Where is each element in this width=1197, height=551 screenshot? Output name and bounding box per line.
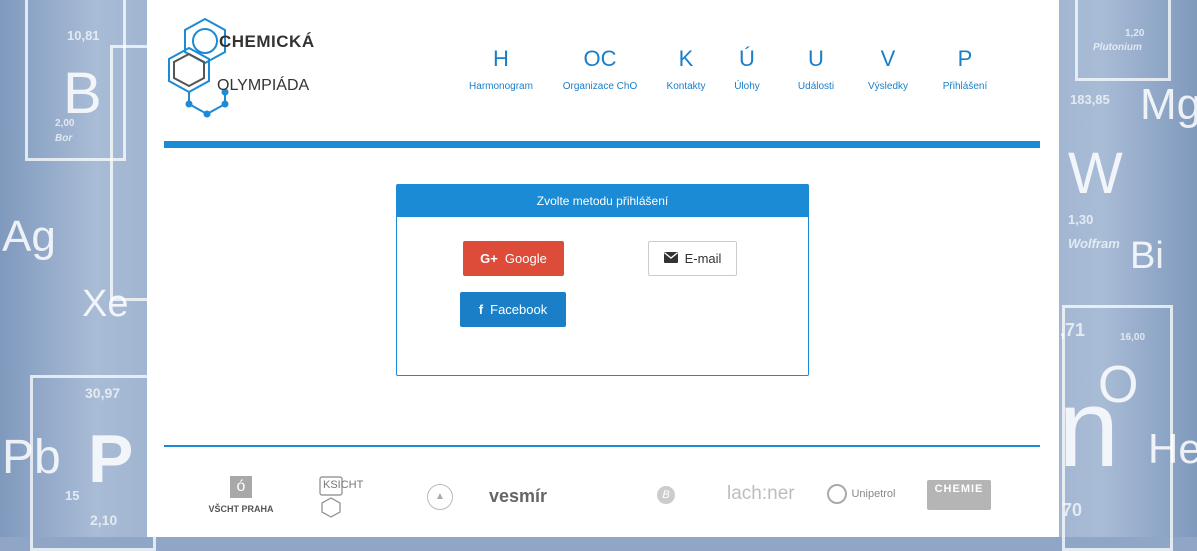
- bg-text: He: [1148, 425, 1197, 472]
- sponsor-vesmir[interactable]: vesmír: [489, 486, 547, 507]
- bg-text: 1,20: [1125, 28, 1145, 39]
- bg-text: Xe: [82, 283, 129, 325]
- sponsor-triangle[interactable]: ▲: [427, 484, 453, 510]
- email-login-label: E-mail: [684, 251, 722, 266]
- nav-letter: OC: [583, 46, 617, 71]
- sponsor-logos: ó VŠCHT PRAHA KSICHT ▲ vesmír B lach:ner…: [147, 470, 1059, 530]
- nav-letter: P: [957, 46, 973, 71]
- nav-letter: V: [880, 46, 896, 71]
- nav-label: Úlohy: [734, 81, 760, 92]
- google-plus-icon: G+: [480, 251, 498, 266]
- email-login-button[interactable]: E-mail: [648, 241, 737, 276]
- sponsor-vscht-label: VŠCHT PRAHA: [208, 504, 274, 514]
- login-panel: Zvolte metodu přihlášení G+ Google E-mai…: [396, 184, 809, 376]
- nav-item-kontakty[interactable]: K Kontakty: [656, 44, 716, 92]
- main-nav: H Harmonogram OC Organizace ChO K Kontak…: [462, 44, 996, 92]
- bg-tile: [1075, 0, 1171, 81]
- google-login-label: Google: [504, 251, 547, 266]
- vscht-logo-icon: ó: [230, 476, 252, 498]
- bg-text: W: [1068, 141, 1123, 206]
- site-logo[interactable]: CHEMICKÁ OLYMPIÁDA: [167, 14, 347, 124]
- nav-label: Události: [797, 81, 835, 92]
- nav-label: Kontakty: [666, 81, 706, 92]
- logo-text-line2: OLYMPIÁDA: [217, 77, 310, 94]
- nav-letter: Ú: [739, 46, 755, 71]
- nav-letter: K: [678, 46, 694, 71]
- bg-text: Plutonium: [1093, 42, 1142, 53]
- sponsor-ksicht[interactable]: KSICHT: [317, 476, 377, 530]
- bg-text: Mg: [1140, 80, 1197, 129]
- bg-text: Pb: [2, 431, 61, 484]
- sponsor-unipetrol-label: Unipetrol: [851, 488, 896, 500]
- sponsor-unipetrol[interactable]: Unipetrol: [827, 484, 895, 508]
- triangle-logo-icon: ▲: [427, 484, 453, 510]
- bg-text: Ag: [2, 212, 56, 261]
- login-panel-title: Zvolte metodu přihlášení: [397, 185, 808, 217]
- sponsor-vscht[interactable]: ó VŠCHT PRAHA: [201, 476, 281, 514]
- nav-label: Výsledky: [867, 81, 908, 92]
- footer-divider: [164, 445, 1040, 447]
- sponsor-chemie[interactable]: CHEMIE: [927, 480, 991, 510]
- bg-text: 15: [65, 488, 80, 503]
- nav-letter: U: [808, 46, 824, 71]
- bg-text: 16,00: [1120, 332, 1146, 343]
- bg-text: 30,97: [85, 385, 121, 401]
- unipetrol-logo-icon: [827, 484, 847, 504]
- b-logo-icon: B: [657, 486, 675, 504]
- bg-text: 70: [1062, 500, 1083, 520]
- bg-text: n: [1058, 367, 1120, 490]
- bg-text: Bor: [55, 133, 73, 144]
- sponsor-b-logo[interactable]: B: [657, 486, 675, 504]
- header-divider: [164, 141, 1040, 148]
- facebook-login-button[interactable]: f Facebook: [460, 292, 566, 327]
- page-container: CHEMICKÁ OLYMPIÁDA H Harmonogram OC Orga…: [147, 0, 1059, 537]
- bg-text: 2,10: [90, 512, 118, 528]
- nav-letter: H: [493, 46, 509, 71]
- google-login-button[interactable]: G+ Google: [463, 241, 564, 276]
- bg-text: 2,00: [55, 118, 75, 129]
- sponsor-ksicht-label: KSICHT: [323, 479, 364, 491]
- nav-item-ulohy[interactable]: Ú Úlohy: [722, 44, 772, 92]
- sponsor-chemie-label: CHEMIE: [934, 483, 984, 495]
- bg-text: 183,85: [1070, 92, 1110, 107]
- nav-item-organizace[interactable]: OC Organizace ChO: [552, 44, 648, 92]
- molecule-icon: [168, 17, 229, 118]
- bg-text: Wolfram: [1068, 236, 1120, 251]
- bg-text: 10,81: [67, 28, 100, 43]
- bg-text: Bi: [1130, 235, 1164, 277]
- nav-item-prihlaseni[interactable]: P Přihlášení: [934, 44, 996, 92]
- logo-text-line1: CHEMICKÁ: [219, 32, 315, 51]
- nav-item-udalosti[interactable]: U Události: [786, 44, 846, 92]
- facebook-login-label: Facebook: [490, 302, 548, 317]
- bg-text: 1,30: [1068, 212, 1094, 227]
- envelope-icon: [663, 251, 678, 266]
- nav-label: Organizace ChO: [562, 81, 638, 92]
- bg-text: B: [63, 61, 102, 126]
- bg-text: ,71: [1060, 320, 1086, 340]
- facebook-icon: f: [478, 302, 484, 317]
- nav-label: Harmonogram: [469, 81, 533, 92]
- nav-label: Přihlášení: [942, 81, 988, 92]
- nav-item-harmonogram[interactable]: H Harmonogram: [462, 44, 540, 92]
- nav-item-vysledky[interactable]: V Výsledky: [858, 44, 918, 92]
- sponsor-lachner[interactable]: lach:ner: [727, 483, 795, 505]
- bg-text: P: [88, 421, 134, 497]
